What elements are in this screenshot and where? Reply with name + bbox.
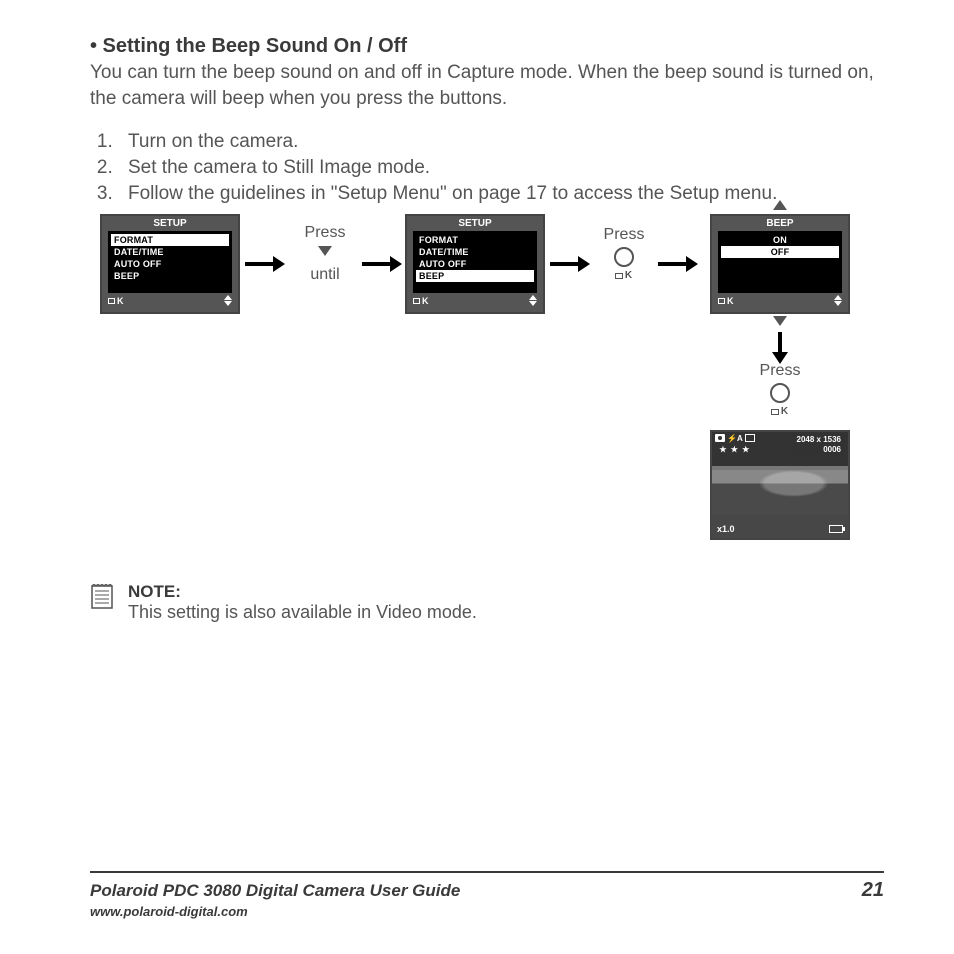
flash-icon: ⚡A: [727, 434, 743, 443]
camera-preview-screen: ⚡A ★ ★ ★ 2048 x 1536 0006 x1.0: [710, 430, 850, 540]
notepad-icon: [90, 582, 114, 610]
footer-rule: [90, 871, 884, 873]
quality-stars: ★ ★ ★: [719, 445, 750, 454]
menu-item-datetime: DATE/TIME: [416, 246, 534, 258]
setup-screen-1: SETUP FORMAT DATE/TIME AUTO OFF BEEP K: [100, 214, 240, 314]
screen-title: BEEP: [712, 216, 848, 231]
section-heading: • Setting the Beep Sound On / Off: [90, 35, 884, 58]
footer-url: www.polaroid-digital.com: [90, 904, 884, 919]
screen-title: SETUP: [407, 216, 543, 231]
setup-screen-2: SETUP FORMAT DATE/TIME AUTO OFF BEEP K: [405, 214, 545, 314]
press-ok-instruction: Press K: [750, 362, 810, 417]
page-number: 21: [862, 879, 884, 902]
ok-icon: K: [718, 296, 734, 306]
press-down-instruction: Press until: [290, 224, 360, 284]
up-triangle-icon: [773, 200, 787, 210]
menu-item-autooff: AUTO OFF: [111, 258, 229, 270]
down-triangle-icon: [318, 246, 332, 256]
steps-list: Turn on the camera. Set the camera to St…: [90, 129, 884, 206]
page-footer: Polaroid PDC 3080 Digital Camera User Gu…: [90, 871, 884, 919]
ok-icon: K: [413, 296, 429, 306]
ok-button-icon: [770, 383, 790, 403]
press-ok-instruction: Press K: [594, 226, 654, 281]
battery-icon: [829, 525, 843, 533]
menu-item-format: FORMAT: [416, 234, 534, 246]
note-label: NOTE:: [128, 582, 477, 602]
camera-icon: [715, 434, 725, 442]
beep-screen: BEEP ON OFF K: [710, 214, 850, 314]
down-triangle-icon: [773, 316, 787, 326]
intro-text: You can turn the beep sound on and off i…: [90, 60, 884, 111]
resolution-text: 2048 x 1536: [797, 435, 842, 445]
arrow-right-icon: [550, 262, 580, 266]
menu-item-off: OFF: [721, 246, 839, 258]
updown-icon: [834, 295, 842, 306]
arrow-right-icon: [362, 262, 392, 266]
ok-icon: K: [108, 296, 124, 306]
screen-title: SETUP: [102, 216, 238, 231]
arrow-right-icon: [658, 262, 688, 266]
step-item: Follow the guidelines in "Setup Menu" on…: [118, 181, 884, 207]
until-label: until: [290, 266, 360, 284]
ok-text: K: [594, 270, 654, 281]
press-label: Press: [750, 362, 810, 380]
step-item: Set the camera to Still Image mode.: [118, 155, 884, 181]
note-block: NOTE: This setting is also available in …: [90, 582, 884, 623]
preview-scene: [712, 470, 848, 515]
note-text: This setting is also available in Video …: [128, 602, 477, 623]
count-text: 0006: [797, 445, 842, 455]
menu-item-autooff: AUTO OFF: [416, 258, 534, 270]
menu-item-beep: BEEP: [111, 270, 229, 282]
guide-title: Polaroid PDC 3080 Digital Camera User Gu…: [90, 881, 460, 901]
arrow-right-icon: [245, 262, 275, 266]
updown-icon: [529, 295, 537, 306]
ok-button-icon: [614, 247, 634, 267]
updown-icon: [224, 295, 232, 306]
press-label: Press: [290, 224, 360, 242]
menu-item-beep: BEEP: [416, 270, 534, 282]
mode-box-icon: [745, 434, 755, 442]
step-item: Turn on the camera.: [118, 129, 884, 155]
menu-item-datetime: DATE/TIME: [111, 246, 229, 258]
ok-text: K: [750, 406, 810, 417]
press-label: Press: [594, 226, 654, 244]
zoom-level: x1.0: [717, 524, 735, 534]
menu-item-format: FORMAT: [111, 234, 229, 246]
menu-item-on: ON: [721, 234, 839, 246]
arrow-down-icon: [778, 332, 782, 354]
flow-diagram: SETUP FORMAT DATE/TIME AUTO OFF BEEP K P…: [100, 214, 890, 564]
